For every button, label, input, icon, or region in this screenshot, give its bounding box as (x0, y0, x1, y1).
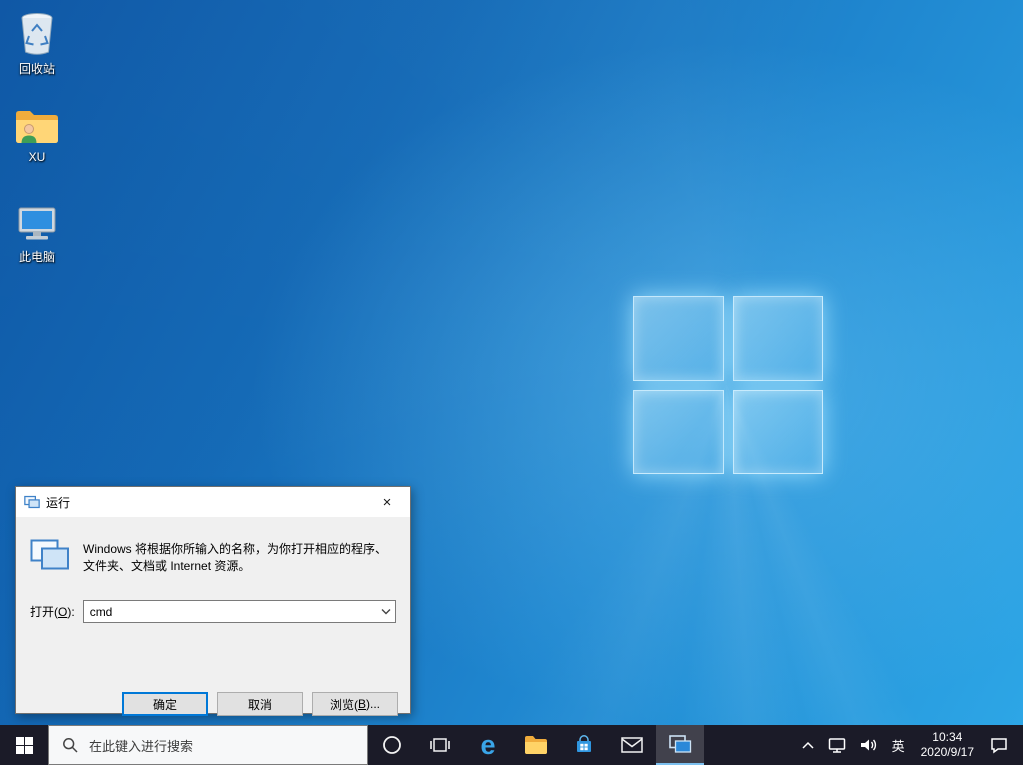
action-center-button[interactable] (983, 725, 1015, 765)
open-combobox (82, 600, 396, 623)
desktop-icon-label: XU (28, 150, 46, 164)
task-view-icon (430, 738, 450, 752)
taskbar-search-input[interactable]: 在此键入进行搜索 (48, 725, 368, 765)
tray-date: 2020/9/17 (920, 745, 974, 759)
windows-logo-pane (732, 296, 823, 381)
tray-network-button[interactable] (821, 725, 853, 765)
desktop-icon-label: 此电脑 (18, 250, 55, 264)
this-pc-icon (18, 207, 56, 240)
edge-button[interactable]: e (464, 725, 512, 765)
run-dialog-title: 运行 (46, 495, 71, 510)
mail-envelope-icon (621, 737, 643, 753)
task-view-button[interactable] (416, 725, 464, 765)
recycle-bin-icon (21, 13, 53, 55)
store-bag-icon (577, 735, 591, 752)
run-window-icon (30, 539, 70, 575)
tray-clock[interactable]: 10:34 2020/9/17 (912, 725, 983, 765)
windows-logo-wallpaper (633, 296, 823, 474)
desktop-icon-user-folder[interactable]: XU (0, 103, 74, 197)
open-input[interactable] (82, 600, 396, 623)
speaker-icon (860, 739, 876, 751)
run-dialog-description: Windows 将根据你所输入的名称，为你打开相应的程序、 文件夹、文档或 In… (83, 539, 387, 575)
tray-time: 10:34 (932, 730, 963, 744)
run-dialog-titlebar[interactable]: 运行 × (16, 487, 410, 517)
folder-icon (525, 736, 547, 754)
run-taskbar-button-active[interactable] (656, 725, 704, 765)
run-dialog-body: Windows 将根据你所输入的名称，为你打开相应的程序、 文件夹、文档或 In… (16, 539, 410, 737)
cortana-circle-icon (383, 736, 401, 754)
search-icon (63, 738, 78, 753)
search-placeholder: 在此键入进行搜索 (89, 738, 194, 754)
run-window-icon (668, 735, 691, 753)
tray-language-indicator[interactable]: 英 (885, 725, 912, 765)
file-explorer-button[interactable] (512, 725, 560, 765)
system-tray: 英 10:34 2020/9/17 (795, 725, 1023, 765)
windows-logo-pane (633, 296, 724, 381)
cancel-button[interactable]: 取消 (217, 692, 303, 716)
desktop-icon-label: 回收站 (18, 62, 55, 76)
chevron-up-icon (802, 741, 814, 749)
screen: 回收站 XU 此电脑 运行 × Windows 将根据你所输入的名称，为你打开相… (0, 0, 1023, 765)
desktop-icon-recycle-bin[interactable]: 回收站 (0, 6, 74, 100)
action-center-icon (991, 738, 1007, 754)
user-folder-icon (16, 111, 58, 143)
network-icon (828, 737, 845, 753)
start-button[interactable] (0, 725, 48, 765)
edge-icon: e (480, 729, 496, 760)
start-windows-icon (15, 736, 33, 754)
tray-volume-button[interactable] (853, 725, 885, 765)
cortana-button[interactable] (368, 725, 416, 765)
close-icon[interactable]: × (364, 487, 410, 517)
desktop-wallpaper: 回收站 XU 此电脑 运行 × Windows 将根据你所输入的名称，为你打开相… (0, 0, 1023, 725)
mail-button[interactable] (608, 725, 656, 765)
taskbar: 在此键入进行搜索 e 英 10:34 2020/9/17 (0, 725, 1023, 765)
windows-logo-pane (633, 389, 724, 474)
windows-logo-pane (732, 389, 823, 474)
description-line-1: Windows 将根据你所输入的名称，为你打开相应的程序、 (83, 542, 388, 556)
tray-show-hidden-icons-button[interactable] (795, 725, 821, 765)
ok-button[interactable]: 确定 (122, 692, 208, 716)
run-dialog-window: 运行 × Windows 将根据你所输入的名称，为你打开相应的程序、 文件夹、文… (15, 486, 411, 716)
combobox-chevron-down-icon[interactable] (376, 601, 395, 622)
open-field-label: 打开(O): (30, 605, 75, 619)
browse-button[interactable]: 浏览(B)... (312, 692, 398, 716)
microsoft-store-button[interactable] (560, 725, 608, 765)
desktop-icon-this-pc[interactable]: 此电脑 (0, 200, 74, 294)
run-dialog-icon (24, 495, 40, 509)
description-line-2: 文件夹、文档或 Internet 资源。 (83, 559, 251, 573)
